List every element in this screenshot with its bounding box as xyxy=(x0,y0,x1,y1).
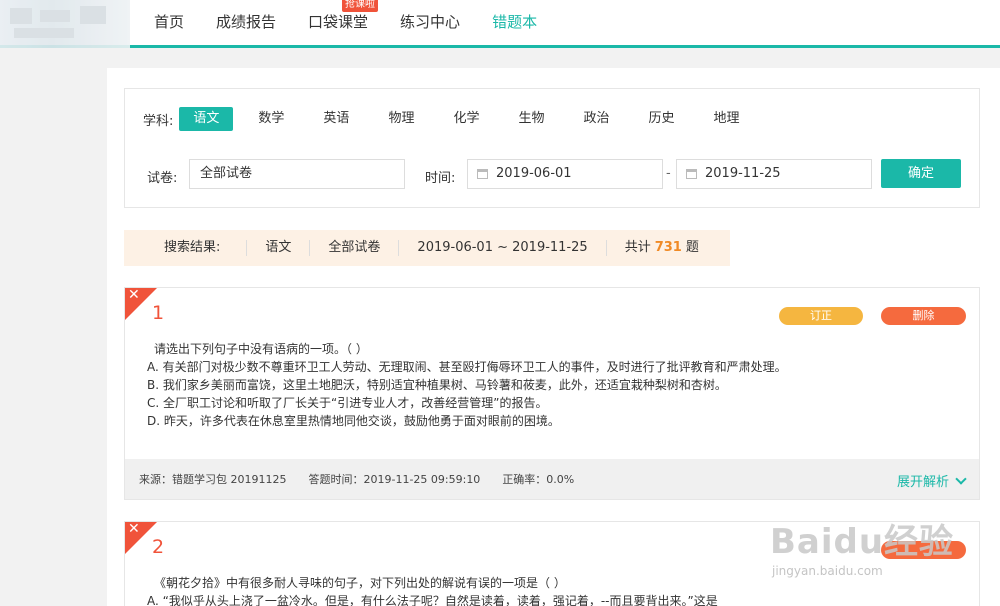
question-stem: 《朝花夕拾》中有很多耐人寻味的句子，对下列出处的解说有误的一项是（ ） xyxy=(154,576,566,590)
option-b: B. 我们家乡美丽而富饶，这里土地肥沃，特别适宜种植果树、马铃薯和莜麦，此外，还… xyxy=(147,378,727,392)
expand-analysis-button[interactable]: 展开解析 xyxy=(897,471,967,490)
nav-badge: 抢课啦 xyxy=(342,0,379,12)
logo[interactable] xyxy=(0,0,130,48)
option-d: D. 昨天，许多代表在休息室里热情地同他交谈，鼓励他勇于面对眼前的困境。 xyxy=(147,414,560,428)
question-text: 《朝花夕拾》中有很多耐人寻味的句子，对下列出处的解说有误的一项是（ ） A. “… xyxy=(147,574,787,606)
question-card: ✕ 2 《朝花夕拾》中有很多耐人寻味的句子，对下列出处的解说有误的一项是（ ） … xyxy=(124,521,980,606)
wrong-x-icon: ✕ xyxy=(128,521,140,537)
paper-select[interactable]: 全部试卷 xyxy=(189,159,405,189)
subject-geography[interactable]: 地理 xyxy=(700,107,754,131)
nav-item-practice-center[interactable]: 练习中心 xyxy=(384,0,476,45)
correct-button[interactable]: 订正 xyxy=(779,307,863,325)
chevron-down-icon xyxy=(955,473,967,485)
delete-button[interactable]: 删除 xyxy=(881,307,966,325)
search-result-bar: 搜索结果: 语文 全部试卷 2019-06-01 ~ 2019-11-25 共计… xyxy=(124,230,730,266)
question-card: ✕ 1 订正 删除 请选出下列句子中没有语病的一项。（ ） A. 有关部门对极少… xyxy=(124,287,980,500)
question-number: 1 xyxy=(152,302,165,324)
nav-item-score-report[interactable]: 成绩报告 xyxy=(200,0,292,45)
date-from-input[interactable]: 2019-06-01 xyxy=(467,159,663,189)
date-separator: - xyxy=(666,166,671,181)
subject-filter: 学科: 语文 数学 英语 物理 化学 生物 政治 历史 地理 xyxy=(143,107,765,131)
option-a: A. “我似乎从头上浇了一盆冷水。但是，有什么法子呢？自然是读着，读着，强记着，… xyxy=(147,594,718,606)
result-label: 搜索结果: xyxy=(124,240,248,256)
subject-history[interactable]: 历史 xyxy=(635,107,689,131)
result-date-range: 2019-06-01 ~ 2019-11-25 xyxy=(399,240,607,256)
subject-math[interactable]: 数学 xyxy=(244,107,298,131)
subject-label: 学科: xyxy=(143,113,174,129)
subject-politics[interactable]: 政治 xyxy=(569,107,623,131)
result-subject: 语文 xyxy=(247,240,311,256)
subject-chemistry[interactable]: 化学 xyxy=(439,107,493,131)
question-number: 2 xyxy=(152,536,165,558)
subject-biology[interactable]: 生物 xyxy=(504,107,558,131)
nav-item-home[interactable]: 首页 xyxy=(138,0,200,45)
result-total: 共计 731 题 xyxy=(624,240,699,255)
result-count: 731 xyxy=(654,240,682,255)
time-label: 时间: xyxy=(425,171,456,186)
question-accuracy: 正确率：0.0% xyxy=(502,473,575,486)
filter-box: 学科: 语文 数学 英语 物理 化学 生物 政治 历史 地理 试卷: 全部试卷 … xyxy=(124,88,980,208)
question-source: 来源：错题学习包 20191125 xyxy=(139,473,287,486)
top-nav-bar: 首页 成绩报告 口袋课堂 抢课啦 练习中心 错题本 xyxy=(0,0,1000,48)
subject-chinese[interactable]: 语文 xyxy=(179,107,234,131)
nav-item-wrong-questions[interactable]: 错题本 xyxy=(476,0,553,45)
option-c: C. 全厂职工讨论和听取了厂长关于“引进专业人才，改善经营管理”的报告。 xyxy=(147,396,548,410)
paper-label: 试卷: xyxy=(147,171,178,186)
delete-button[interactable] xyxy=(881,541,966,559)
calendar-icon xyxy=(686,169,697,179)
question-answer-time: 答题时间：2019-11-25 09:59:10 xyxy=(308,473,481,486)
nav-item-pocket-class[interactable]: 口袋课堂 抢课啦 xyxy=(292,0,384,45)
subject-physics[interactable]: 物理 xyxy=(374,107,428,131)
confirm-button[interactable]: 确定 xyxy=(881,159,961,188)
result-paper: 全部试卷 xyxy=(310,240,400,256)
calendar-icon xyxy=(477,169,488,179)
option-a: A. 有关部门对极少数不尊重环卫工人劳动、无理取闹、甚至殴打侮辱环卫工人的事件，… xyxy=(147,360,787,374)
date-to-input[interactable]: 2019-11-25 xyxy=(676,159,872,189)
question-text: 请选出下列句子中没有语病的一项。（ ） A. 有关部门对极少数不尊重环卫工人劳动… xyxy=(147,340,787,430)
main-nav: 首页 成绩报告 口袋课堂 抢课啦 练习中心 错题本 xyxy=(138,0,553,45)
main-panel: 学科: 语文 数学 英语 物理 化学 生物 政治 历史 地理 试卷: 全部试卷 … xyxy=(107,68,1000,606)
question-stem: 请选出下列句子中没有语病的一项。（ ） xyxy=(154,342,368,356)
question-footer: 来源：错题学习包 20191125 答题时间：2019-11-25 09:59:… xyxy=(125,459,979,499)
subject-english[interactable]: 英语 xyxy=(309,107,363,131)
wrong-x-icon: ✕ xyxy=(128,287,140,303)
